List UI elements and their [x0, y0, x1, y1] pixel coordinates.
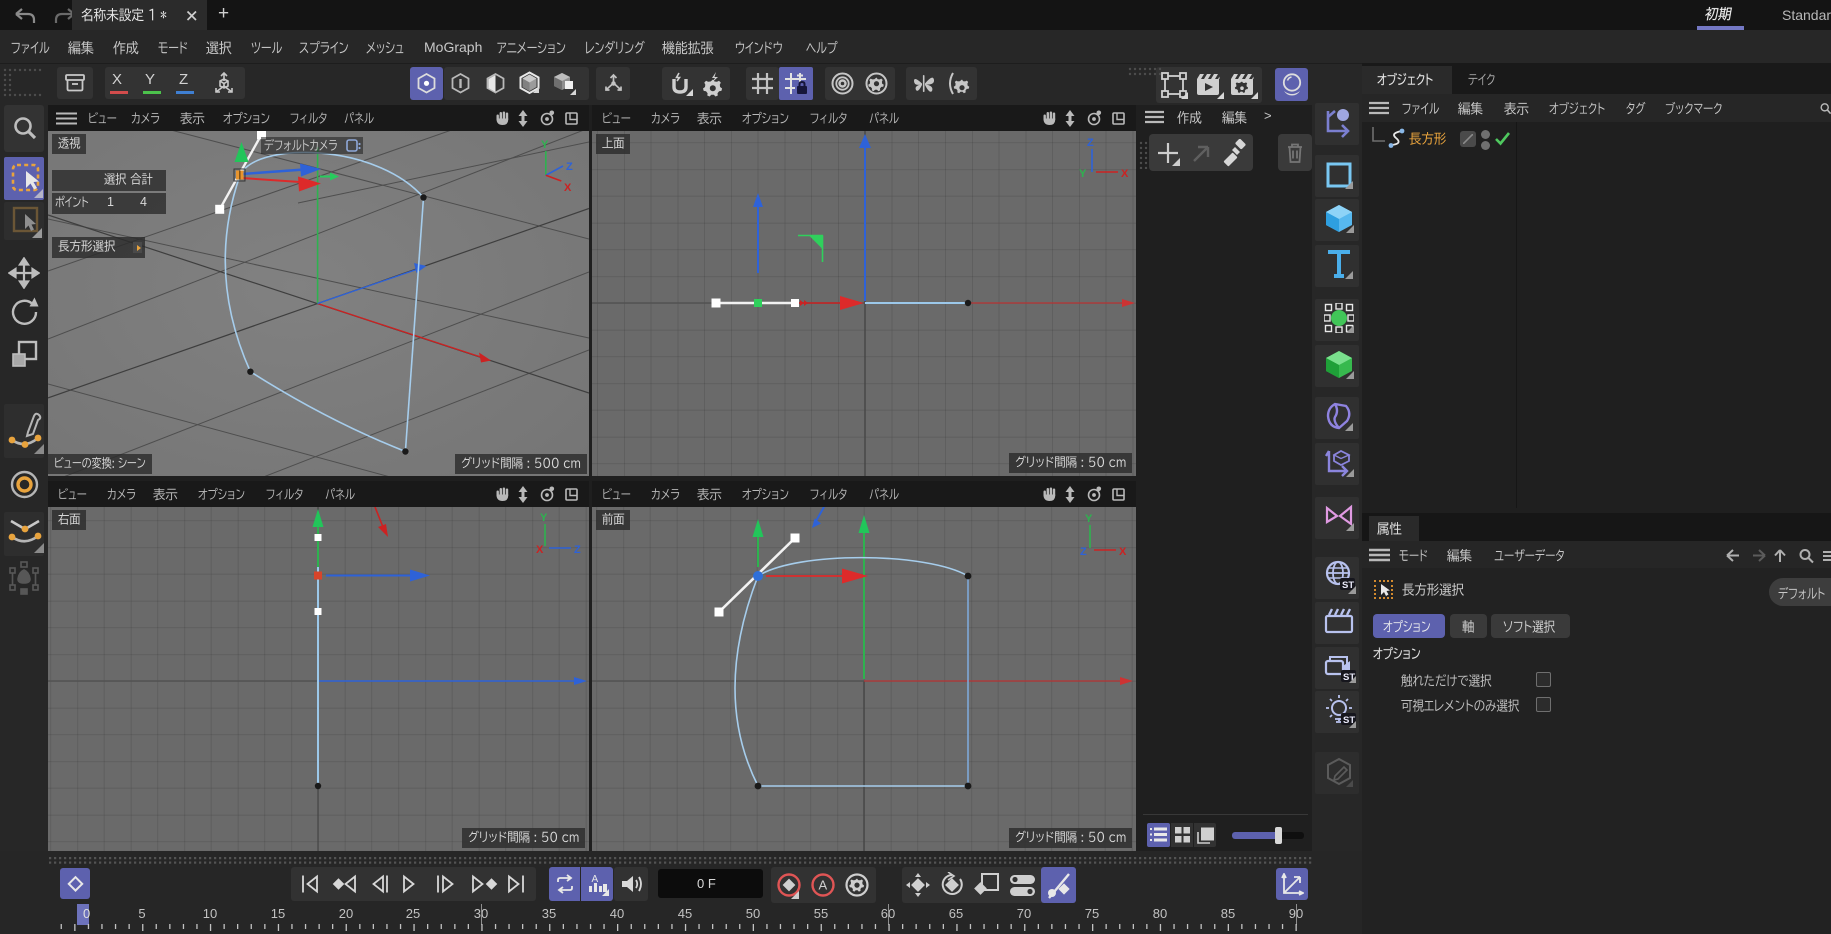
- svg-text:Y: Y: [1085, 513, 1093, 525]
- svg-text:Y: Y: [1079, 168, 1087, 180]
- svg-text:X: X: [1121, 168, 1129, 180]
- svg-text:Z: Z: [566, 161, 573, 173]
- svg-text:Y: Y: [540, 512, 548, 524]
- svg-text:X: X: [564, 182, 572, 194]
- svg-text:Y: Y: [541, 139, 549, 151]
- svg-text:A: A: [819, 878, 828, 893]
- svg-text:Z: Z: [1080, 546, 1087, 558]
- svg-text:X: X: [536, 544, 544, 556]
- svg-text:ST: ST: [1342, 580, 1354, 591]
- svg-text:Z: Z: [574, 544, 581, 556]
- svg-text:X: X: [1119, 546, 1127, 558]
- svg-text:Z: Z: [1087, 137, 1094, 149]
